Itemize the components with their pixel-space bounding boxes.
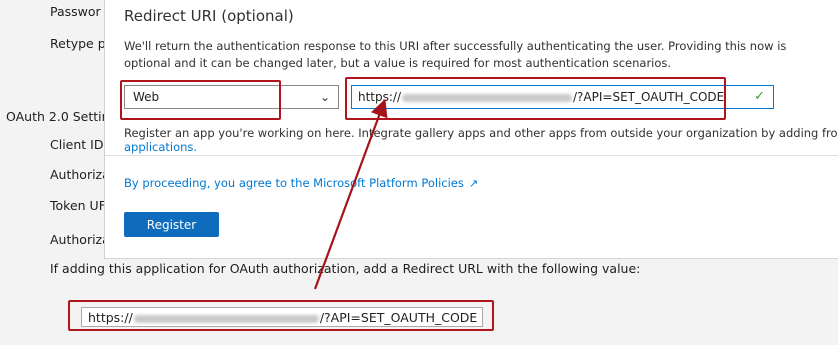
redacted-host	[133, 314, 319, 323]
external-link-icon: ↗	[468, 177, 479, 190]
oauth-settings-heading: OAuth 2.0 Settir	[6, 109, 107, 124]
token-url-label: Token UF	[50, 198, 106, 213]
uri-prefix: https://	[358, 90, 402, 104]
policy-link-text: By proceeding, you agree to the Microsof…	[124, 176, 464, 190]
applications-link[interactable]: applications.	[124, 140, 197, 154]
platform-select[interactable]: Web ⌄	[124, 85, 339, 109]
redirect-url-value[interactable]: https:// /?API=SET_OAUTH_CODE	[81, 307, 483, 327]
register-button[interactable]: Register	[124, 212, 219, 237]
panel-description: We'll return the authentication response…	[124, 39, 787, 70]
redirect-url-prefix: https://	[88, 310, 133, 325]
client-id-label: Client ID	[50, 137, 104, 152]
register-description: Register an app you're working on here. …	[124, 126, 838, 140]
authorize-scope-label: Authoriza	[50, 232, 110, 247]
retype-password-label: Retype p	[50, 36, 106, 51]
platform-policies-link[interactable]: By proceeding, you agree to the Microsof…	[124, 176, 478, 190]
redirect-url-hint: If adding this application for OAuth aut…	[50, 261, 641, 276]
redacted-host	[402, 93, 573, 102]
redirect-uri-input[interactable]: https:// /?API=SET_OAUTH_CODE ✓	[351, 85, 774, 109]
redirect-url-suffix: /?API=SET_OAUTH_CODE	[319, 310, 478, 325]
divider	[105, 155, 838, 156]
password-label: Passwor	[50, 4, 101, 19]
panel-title: Redirect URI (optional)	[124, 7, 294, 25]
checkmark-icon: ✓	[754, 89, 765, 104]
authorize-url-label: Authoriza	[50, 167, 110, 182]
uri-suffix: /?API=SET_OAUTH_CODE	[573, 90, 725, 104]
chevron-down-icon: ⌄	[319, 90, 330, 104]
redirect-uri-panel: Redirect URI (optional) We'll return the…	[104, 0, 838, 259]
platform-select-value: Web	[133, 90, 160, 104]
